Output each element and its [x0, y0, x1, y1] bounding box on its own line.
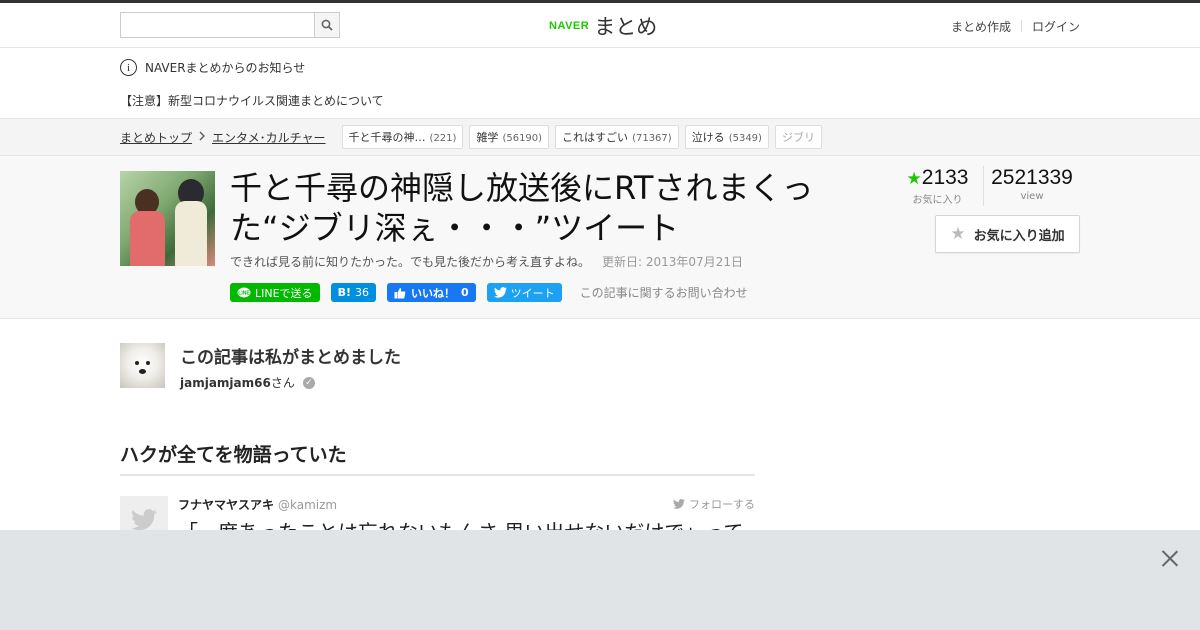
svg-text:LINE: LINE — [238, 290, 250, 296]
tag-count: (71367) — [632, 133, 672, 144]
tag-count: (221) — [429, 133, 457, 144]
line-share-label: LINEで送る — [255, 286, 313, 300]
hatena-icon: B! — [337, 286, 351, 299]
divider — [1020, 20, 1022, 32]
facebook-like-label: いいね！ — [410, 286, 455, 300]
views-label: view — [1020, 191, 1044, 202]
author-name[interactable]: jamjamjam66 — [180, 376, 271, 390]
header-links: まとめ作成 ログイン — [951, 18, 1080, 35]
tweet-author-name: フナヤマヤスアキ — [178, 498, 275, 512]
follow-label: フォローする — [689, 498, 755, 511]
verified-check-icon: ✓ — [302, 376, 315, 389]
breadcrumb-category[interactable]: エンタメ･カルチャー — [212, 129, 326, 146]
section-heading: ハクが全てを物語っていた — [120, 440, 755, 476]
logo-matome: まとめ — [594, 15, 658, 39]
tag-label: 泣ける — [691, 131, 725, 144]
search-button[interactable] — [314, 13, 339, 37]
updated-date: 更新日: 2013年07月21日 — [602, 255, 743, 269]
breadcrumb: まとめトップ エンタメ･カルチャー 千と千尋の神… (221) 雑学 (56190)… — [0, 118, 1200, 156]
tag-item[interactable]: 雑学 (56190) — [469, 125, 550, 149]
article-title: 千と千尋の神隠し放送後にRTされまくった“ジブリ深ぇ・・・”ツイート — [230, 169, 814, 247]
announcement-link[interactable]: i NAVERまとめからのお知らせ — [120, 59, 305, 76]
tweet-author[interactable]: フナヤマヤスアキ @kamizm — [178, 496, 337, 513]
tag-item[interactable]: 泣ける (5349) — [684, 125, 769, 149]
thumbs-up-icon — [394, 287, 406, 298]
chevron-right-icon — [198, 130, 206, 144]
share-buttons: LINE LINEで送る B! 36 いいね！ 0 ツイート この記事に関するお… — [230, 283, 748, 302]
favorites-count: 2133 — [921, 166, 969, 189]
ad-banner — [0, 530, 1200, 630]
author-suffix: さん — [270, 376, 295, 390]
views-count: 2521339 — [991, 166, 1073, 189]
create-matome-link[interactable]: まとめ作成 — [951, 18, 1011, 35]
search-input[interactable] — [121, 13, 314, 37]
avatar[interactable] — [120, 343, 165, 388]
twitter-bird-icon — [493, 287, 507, 298]
article-stats: ★2133 お気に入り 2521339 view — [896, 166, 1080, 206]
follow-button[interactable]: フォローする — [673, 496, 755, 512]
info-icon: i — [120, 59, 137, 76]
facebook-like-count: 0 — [460, 286, 469, 299]
site-header: NAVER まとめ まとめ作成 ログイン — [0, 3, 1200, 48]
tag-item[interactable]: これはすごい (71367) — [555, 125, 679, 149]
login-link[interactable]: ログイン — [1032, 18, 1080, 35]
contact-link[interactable]: この記事に関するお問い合わせ — [580, 284, 748, 301]
favorites-label: お気に入り — [912, 195, 963, 206]
tweet-handle: @kamizm — [278, 498, 338, 512]
tweet-button[interactable]: ツイート — [486, 283, 562, 302]
author-name-row: jamjamjam66 さん ✓ — [180, 374, 315, 391]
add-favorite-button[interactable]: ★ お気に入り追加 — [935, 215, 1080, 253]
close-icon[interactable] — [1160, 548, 1180, 568]
favorites-stat: ★2133 お気に入り — [896, 166, 984, 206]
article-description: できれば見る前に知りたかった。でも見た後だから考え直すよね。 更新日: 2013年… — [230, 253, 743, 270]
twitter-bird-icon — [673, 499, 685, 509]
logo-naver: NAVER — [549, 20, 590, 32]
star-icon: ★ — [906, 169, 922, 188]
tag-item[interactable]: 千と千尋の神… (221) — [341, 125, 464, 149]
hatena-count: 36 — [354, 286, 369, 299]
article-thumbnail — [120, 171, 215, 266]
tweet-label: ツイート — [510, 286, 555, 300]
announcement-text: NAVERまとめからのお知らせ — [145, 61, 306, 75]
author-heading: この記事は私がまとめました — [180, 348, 401, 368]
tag-label: 千と千尋の神… — [348, 131, 426, 144]
tag-label: これはすごい — [562, 131, 629, 144]
article-header: 千と千尋の神隠し放送後にRTされまくった“ジブリ深ぇ・・・”ツイート できれば見… — [0, 156, 1200, 319]
notice-headline-link[interactable]: 【注意】新型コロナウイルス関連まとめについて — [120, 92, 384, 109]
breadcrumb-top[interactable]: まとめトップ — [120, 129, 192, 146]
notice-area: i NAVERまとめからのお知らせ 【注意】新型コロナウイルス関連まとめについて — [0, 48, 1200, 118]
star-icon: ★ — [950, 224, 966, 244]
site-logo[interactable]: NAVER まとめ — [549, 11, 657, 41]
tag-count: (56190) — [502, 133, 543, 144]
line-share-button[interactable]: LINE LINEで送る — [230, 283, 320, 302]
tag-label: 雑学 — [476, 131, 499, 144]
views-stat: 2521339 view — [984, 166, 1080, 206]
tag-label: ジブリ — [781, 131, 815, 144]
description-text: できれば見る前に知りたかった。でも見た後だから考え直すよね。 — [230, 255, 591, 269]
add-favorite-label: お気に入り追加 — [973, 228, 1065, 244]
author-box: この記事は私がまとめました jamjamjam66 さん ✓ — [120, 343, 820, 393]
search-box — [120, 12, 340, 38]
tag-count: (5349) — [728, 133, 762, 144]
tag-item[interactable]: ジブリ — [774, 125, 822, 149]
search-icon — [321, 19, 333, 31]
twitter-bird-icon — [131, 509, 157, 531]
facebook-like-button[interactable]: いいね！ 0 — [386, 283, 476, 302]
line-icon: LINE — [237, 287, 251, 297]
hatena-bookmark-button[interactable]: B! 36 — [330, 283, 376, 302]
